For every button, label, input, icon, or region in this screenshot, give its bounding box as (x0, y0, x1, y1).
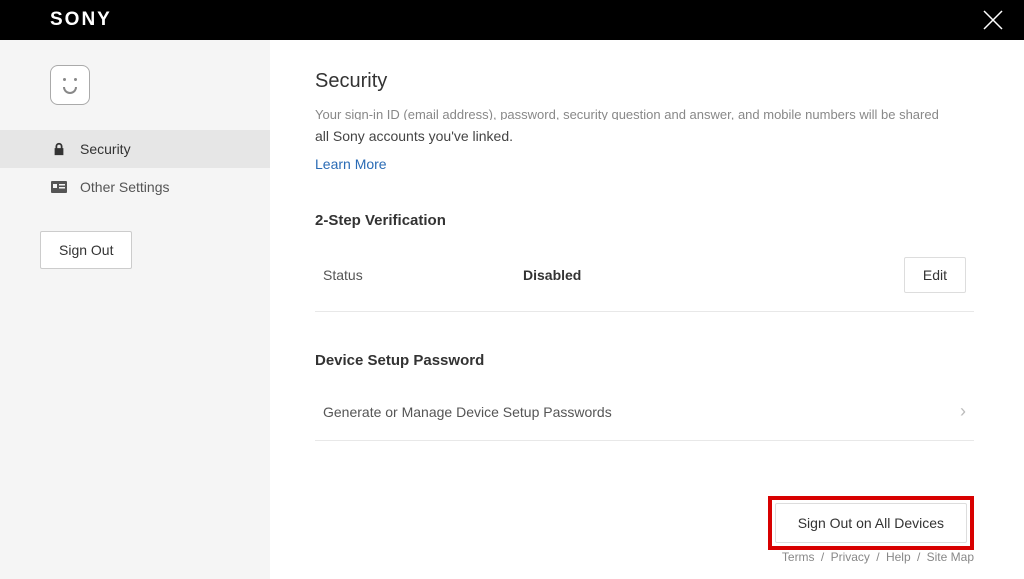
sidebar-item-other-settings[interactable]: Other Settings (0, 168, 270, 206)
status-label: Status (323, 267, 523, 283)
page-title: Security (315, 70, 974, 93)
device-setup-heading: Device Setup Password (315, 352, 974, 369)
sign-out-all-devices-button[interactable]: Sign Out on All Devices (775, 503, 967, 543)
learn-more-link[interactable]: Learn More (315, 156, 974, 172)
sidebar-item-label: Other Settings (80, 179, 170, 195)
description-partial: Your sign-in ID (email address), passwor… (315, 109, 974, 120)
nav-list: Security Other Settings (0, 130, 270, 206)
footer-terms-link[interactable]: Terms (782, 550, 815, 564)
lock-icon (50, 141, 68, 157)
footer-privacy-link[interactable]: Privacy (831, 550, 870, 564)
device-setup-row[interactable]: Generate or Manage Device Setup Password… (315, 387, 974, 441)
sidebar-item-security[interactable]: Security (0, 130, 270, 168)
id-card-icon (50, 179, 68, 195)
close-icon[interactable] (982, 9, 1004, 31)
chevron-right-icon: › (960, 401, 966, 422)
sidebar-item-label: Security (80, 141, 131, 157)
highlight-box: Sign Out on All Devices (768, 496, 974, 550)
two-step-status-row: Status Disabled Edit (315, 247, 974, 312)
two-step-heading: 2-Step Verification (315, 212, 974, 229)
sign-out-button[interactable]: Sign Out (40, 231, 132, 269)
avatar[interactable] (50, 65, 90, 105)
header-bar: SONY (0, 0, 1024, 40)
footer-links: Terms / Privacy / Help / Site Map (315, 550, 974, 564)
device-setup-label: Generate or Manage Device Setup Password… (323, 404, 960, 420)
footer-sitemap-link[interactable]: Site Map (927, 550, 974, 564)
status-value: Disabled (523, 267, 904, 283)
sidebar: Security Other Settings Sign Out (0, 40, 270, 579)
smile-icon (58, 73, 82, 97)
footer-help-link[interactable]: Help (886, 550, 911, 564)
device-setup-section: Device Setup Password Generate or Manage… (315, 352, 974, 441)
brand-logo: SONY (50, 9, 112, 31)
edit-button[interactable]: Edit (904, 257, 966, 293)
description-line: all Sony accounts you've linked. (315, 128, 974, 144)
two-step-section: 2-Step Verification Status Disabled Edit (315, 212, 974, 312)
main-content: Security Your sign-in ID (email address)… (270, 40, 1024, 579)
